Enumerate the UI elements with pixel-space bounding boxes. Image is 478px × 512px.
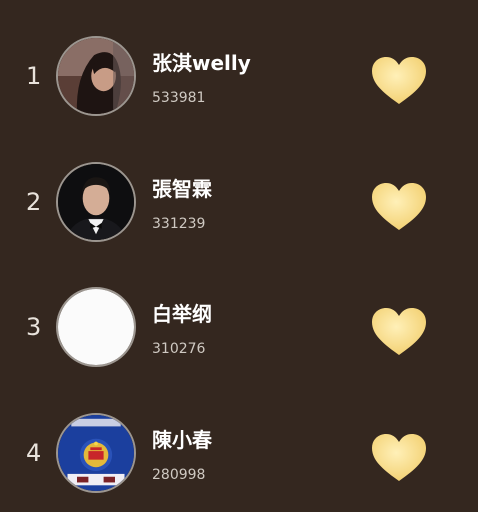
heart-icon: [372, 57, 426, 104]
user-score: 331239: [152, 216, 206, 232]
ranking-row[interactable]: 2 張智霖 331239: [0, 140, 478, 266]
rank-number: 3: [26, 313, 42, 341]
ranking-list: 1 张淇welly 533981 2 張智霖 331239 3 白举纲 3102…: [0, 0, 478, 512]
like-button[interactable]: [370, 307, 428, 357]
avatar[interactable]: [56, 36, 136, 116]
rank-number: 4: [26, 439, 42, 467]
user-score: 533981: [152, 90, 206, 106]
user-score: 280998: [152, 467, 206, 483]
user-name: 陳小春: [152, 428, 212, 452]
heart-icon: [372, 434, 426, 481]
blank-avatar: [58, 289, 134, 365]
heart-icon: [372, 183, 426, 230]
portrait-photo: [58, 38, 134, 114]
user-score: 310276: [152, 341, 206, 357]
user-name: 白举纲: [152, 302, 212, 326]
rank-number: 2: [26, 188, 42, 216]
avatar[interactable]: [56, 287, 136, 367]
heart-icon: [372, 308, 426, 355]
rank-number: 1: [26, 62, 42, 90]
ranking-row[interactable]: 4 陳小春 280998: [0, 391, 478, 512]
avatar[interactable]: [56, 162, 136, 242]
emblem-avatar: [58, 415, 134, 491]
user-name: 张淇welly: [152, 51, 251, 75]
ranking-row[interactable]: 3 白举纲 310276: [0, 265, 478, 391]
like-button[interactable]: [370, 182, 428, 232]
ranking-row[interactable]: 1 张淇welly 533981: [0, 14, 478, 140]
user-name: 張智霖: [152, 177, 212, 201]
portrait-photo-tuxedo: [58, 164, 134, 240]
avatar[interactable]: [56, 413, 136, 493]
like-button[interactable]: [370, 433, 428, 483]
like-button[interactable]: [370, 56, 428, 106]
